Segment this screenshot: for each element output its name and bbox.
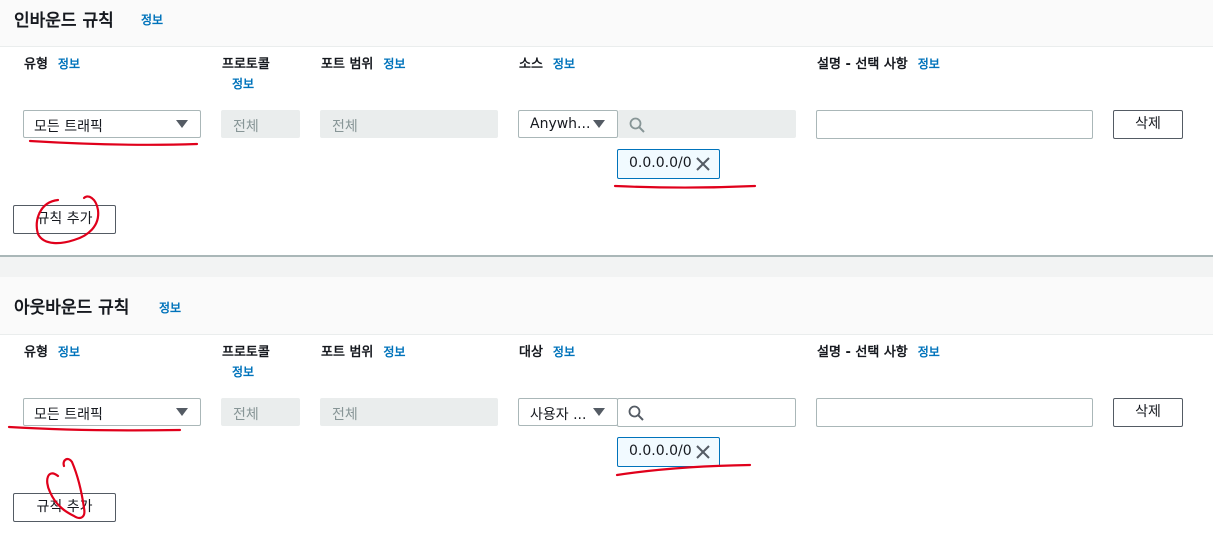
- inbound-protocol-field: 전체: [221, 110, 300, 138]
- outbound-delete-button[interactable]: 삭제: [1113, 398, 1183, 427]
- inbound-col-protocol: 프로토콜: [222, 53, 270, 72]
- caret-down-icon: [593, 120, 605, 128]
- inbound-port-field: 전체: [320, 110, 498, 138]
- col-destination-info-link[interactable]: 정보: [553, 345, 575, 359]
- outbound-type-select[interactable]: 모든 트래픽: [23, 398, 201, 426]
- col-destination-label: 대상: [519, 345, 543, 360]
- inbound-col-port: 포트 범위 정보: [321, 53, 405, 72]
- col-source-label: 소스: [519, 57, 543, 72]
- col-port-label: 포트 범위: [321, 57, 374, 72]
- section-divider: [0, 255, 1213, 277]
- col-description-label: 설명 - 선택 사항: [817, 57, 908, 72]
- col-port-label: 포트 범위: [321, 345, 374, 360]
- col-protocol-info-link[interactable]: 정보: [232, 75, 254, 92]
- inbound-cidr-token: 0.0.0.0/0: [617, 149, 720, 179]
- outbound-type-value: 모든 트래픽: [34, 407, 103, 423]
- inbound-source-select-value: Anywh...: [530, 116, 590, 132]
- col-protocol-label: 프로토콜: [222, 345, 270, 360]
- outbound-cidr-token: 0.0.0.0/0: [617, 437, 720, 467]
- col-port-info-link[interactable]: 정보: [383, 345, 405, 359]
- outbound-protocol-field: 전체: [221, 398, 300, 426]
- inbound-col-type: 유형 정보: [24, 53, 80, 72]
- inbound-source-search[interactable]: [618, 110, 796, 138]
- col-type-info-link[interactable]: 정보: [58, 57, 80, 71]
- search-icon: [628, 405, 644, 421]
- outbound-col-protocol: 프로토콜: [222, 341, 270, 360]
- outbound-header: 아웃바운드 규칙 정보: [0, 277, 1213, 335]
- inbound-port-value: 전체: [332, 119, 358, 135]
- col-source-info-link[interactable]: 정보: [553, 57, 575, 71]
- outbound-dest-search[interactable]: [617, 398, 796, 427]
- col-description-label: 설명 - 선택 사항: [817, 345, 908, 360]
- inbound-type-value: 모든 트래픽: [34, 119, 103, 135]
- inbound-protocol-value: 전체: [233, 119, 259, 135]
- outbound-col-destination: 대상 정보: [519, 341, 575, 360]
- inbound-cidr-value: 0.0.0.0/0: [629, 155, 692, 171]
- outbound-port-value: 전체: [332, 407, 358, 423]
- inbound-type-select[interactable]: 모든 트래픽: [23, 110, 201, 138]
- inbound-header: 인바운드 규칙 정보: [0, 0, 1213, 47]
- col-type-info-link[interactable]: 정보: [58, 345, 80, 359]
- caret-down-icon: [176, 120, 188, 128]
- caret-down-icon: [593, 408, 605, 416]
- annotation-underline: [7, 425, 182, 432]
- annotation-underline: [28, 139, 199, 146]
- inbound-title: 인바운드 규칙: [14, 11, 114, 31]
- col-protocol-label: 프로토콜: [222, 57, 270, 72]
- col-description-info-link[interactable]: 정보: [918, 57, 940, 71]
- outbound-description-input[interactable]: [816, 398, 1093, 427]
- inbound-col-source: 소스 정보: [519, 53, 575, 72]
- caret-down-icon: [176, 408, 188, 416]
- inbound-description-input[interactable]: [816, 110, 1093, 139]
- close-icon[interactable]: [695, 444, 711, 460]
- outbound-port-field: 전체: [320, 398, 498, 426]
- outbound-info-link[interactable]: 정보: [159, 299, 181, 316]
- close-icon[interactable]: [695, 156, 711, 172]
- outbound-protocol-value: 전체: [233, 407, 259, 423]
- col-type-label: 유형: [24, 345, 48, 360]
- outbound-title: 아웃바운드 규칙: [14, 298, 130, 318]
- inbound-info-link[interactable]: 정보: [141, 11, 163, 28]
- search-icon: [629, 117, 645, 133]
- col-description-info-link[interactable]: 정보: [918, 345, 940, 359]
- inbound-source-select[interactable]: Anywh...: [518, 110, 618, 138]
- col-port-info-link[interactable]: 정보: [383, 57, 405, 71]
- outbound-dest-select-value: 사용자 ...: [530, 407, 587, 423]
- outbound-cidr-value: 0.0.0.0/0: [629, 443, 692, 459]
- inbound-add-rule-button[interactable]: 규칙 추가: [13, 205, 116, 234]
- outbound-col-port: 포트 범위 정보: [321, 341, 405, 360]
- outbound-add-rule-button[interactable]: 규칙 추가: [13, 493, 116, 522]
- col-protocol-info-link[interactable]: 정보: [232, 363, 254, 380]
- inbound-col-description: 설명 - 선택 사항 정보: [817, 53, 940, 72]
- outbound-col-description: 설명 - 선택 사항 정보: [817, 341, 940, 360]
- outbound-col-type: 유형 정보: [24, 341, 80, 360]
- col-type-label: 유형: [24, 57, 48, 72]
- outbound-dest-select[interactable]: 사용자 ...: [518, 398, 618, 426]
- annotation-underline: [613, 184, 757, 189]
- inbound-delete-button[interactable]: 삭제: [1113, 110, 1183, 139]
